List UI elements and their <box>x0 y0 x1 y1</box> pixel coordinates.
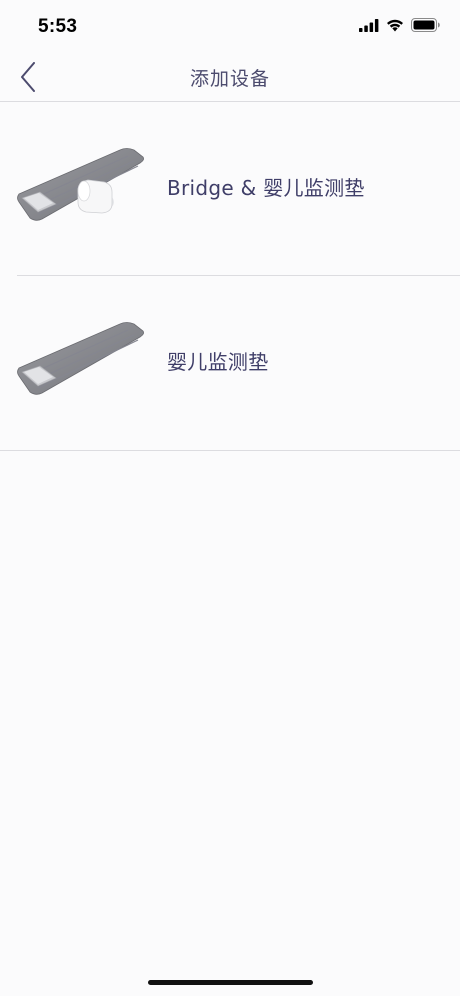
cellular-signal-icon <box>359 18 379 32</box>
status-icons <box>359 18 440 32</box>
status-bar: 5:53 <box>0 0 460 54</box>
navigation-bar: 添加设备 <box>0 54 460 102</box>
wifi-icon <box>387 19 403 31</box>
device-label: Bridge & 婴儿监测垫 <box>167 176 365 200</box>
device-label: 婴儿监测垫 <box>167 350 269 374</box>
page-title: 添加设备 <box>189 68 270 90</box>
battery-icon <box>411 18 440 32</box>
home-indicator[interactable] <box>148 980 313 985</box>
device-item-bridge-mat[interactable]: Bridge & 婴儿监测垫 <box>0 102 460 276</box>
mat-with-bridge-image <box>17 148 144 221</box>
bridge-device <box>77 179 114 214</box>
mat-image <box>17 322 144 395</box>
status-time: 5:53 <box>38 16 78 37</box>
device-item-mat[interactable]: 婴儿监测垫 <box>0 276 460 451</box>
device-list: Bridge & 婴儿监测垫 婴儿监测垫 <box>0 102 460 451</box>
